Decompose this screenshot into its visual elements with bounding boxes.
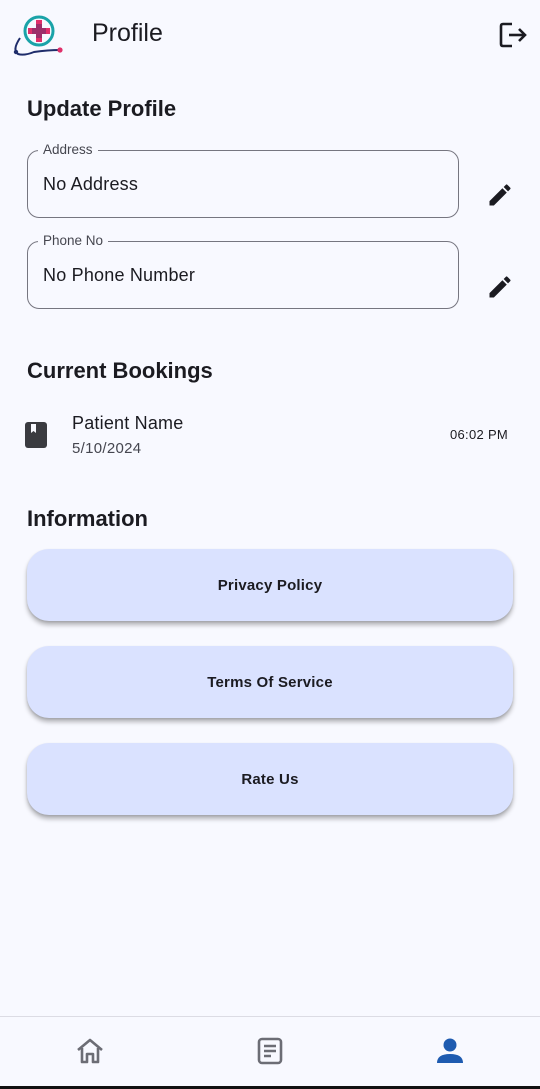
privacy-policy-button[interactable]: Privacy Policy	[27, 549, 513, 621]
address-label: Address	[38, 142, 98, 157]
logout-icon[interactable]	[498, 21, 530, 49]
nav-documents[interactable]	[180, 1017, 360, 1089]
nav-home[interactable]	[0, 1017, 180, 1089]
nav-profile[interactable]	[360, 1017, 540, 1089]
booking-patient-name: Patient Name	[72, 413, 184, 433]
booking-date: 5/10/2024	[72, 440, 142, 457]
app-bar: Profile	[0, 0, 540, 72]
information-heading: Information	[27, 506, 148, 531]
terms-of-service-button[interactable]: Terms Of Service	[27, 646, 513, 718]
book-icon	[25, 422, 47, 448]
edit-phone-pencil-icon[interactable]	[486, 273, 514, 301]
address-value: No Address	[43, 174, 139, 194]
update-profile-heading: Update Profile	[27, 96, 177, 121]
booking-time: 06:02 PM	[450, 427, 509, 442]
rate-us-button[interactable]: Rate Us	[27, 743, 513, 815]
home-icon	[77, 1038, 103, 1064]
medical-logo-icon	[13, 15, 63, 56]
document-icon	[257, 1037, 283, 1065]
current-bookings-heading: Current Bookings	[27, 358, 213, 383]
phone-field[interactable]: Phone No No Phone Number	[27, 233, 459, 309]
phone-value: No Phone Number	[43, 265, 196, 285]
bottom-navigation-bar	[0, 1016, 540, 1089]
address-field[interactable]: Address No Address	[27, 142, 459, 218]
person-icon	[437, 1038, 463, 1063]
page-title: Profile	[92, 19, 163, 47]
phone-label: Phone No	[38, 233, 109, 248]
edit-address-pencil-icon[interactable]	[486, 181, 514, 209]
